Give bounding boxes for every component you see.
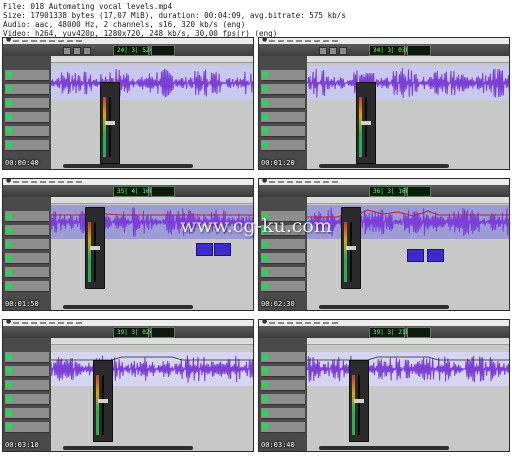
thumbnail-6[interactable]: ● 39| 3| 218 00:03:40 [258, 319, 510, 452]
automation-line[interactable] [307, 352, 509, 386]
mac-dock [63, 446, 193, 450]
volume-fader[interactable] [105, 121, 115, 125]
level-meter [96, 375, 99, 435]
file-info-header: File: 018 Automating vocal levels.mp4 Si… [3, 2, 509, 38]
fader-track [109, 97, 111, 157]
video-timestamp: 00:03:10 [5, 441, 39, 449]
volume-fader[interactable] [354, 399, 364, 403]
mixer-channel-strip [356, 82, 376, 164]
track-list-panel [3, 56, 51, 169]
automation-line[interactable] [51, 352, 253, 386]
tool-button [319, 47, 327, 55]
timeline-ruler [307, 56, 509, 63]
fader-track [358, 375, 360, 435]
apple-icon: ● [6, 319, 12, 325]
main-counter: 35| 4| 100 [113, 186, 153, 197]
main-counter: 34| 3| 030 [369, 45, 409, 56]
sub-counter [151, 327, 175, 338]
tool-button [63, 47, 71, 55]
tool-button [329, 47, 337, 55]
volume-fader[interactable] [90, 246, 100, 250]
counter-value: 24| 3| 524 [117, 47, 154, 54]
edit-window [307, 338, 509, 451]
apple-icon: ● [262, 178, 268, 184]
volume-fader[interactable] [346, 246, 356, 250]
mac-dock [319, 164, 449, 168]
edit-window [51, 56, 253, 169]
tool-button [339, 47, 347, 55]
counter-value: 35| 4| 100 [117, 188, 154, 195]
main-counter: 39| 3| 024 [113, 327, 153, 338]
thumbnail-4[interactable]: ● 36| 3| 160 00:02:30 [258, 178, 510, 311]
mac-dock [63, 305, 193, 309]
main-counter: 24| 3| 524 [113, 45, 153, 56]
edit-window [51, 338, 253, 451]
counter-value: 39| 3| 024 [117, 329, 154, 336]
audio-clip-small [196, 243, 213, 256]
volume-fader[interactable] [361, 121, 371, 125]
edit-window [307, 197, 509, 310]
timeline-ruler [51, 197, 253, 204]
watermark-text: www.cg-ku.com [180, 215, 332, 237]
sub-counter [407, 186, 431, 197]
apple-icon: ● [6, 178, 12, 184]
fader-track [102, 375, 104, 435]
mixer-channel-strip [100, 82, 120, 164]
mac-dock [63, 164, 193, 168]
counter-value: 34| 3| 030 [373, 47, 410, 54]
video-timestamp: 00:02:30 [261, 300, 295, 308]
mixer-channel-strip [349, 360, 369, 442]
sub-counter [151, 186, 175, 197]
edit-window [51, 197, 253, 310]
thumbnail-1[interactable]: ● 24| 3| 524 00:00:40 [2, 37, 254, 170]
thumbnail-5[interactable]: ● 39| 3| 024 00:03:10 [2, 319, 254, 452]
edit-window [307, 56, 509, 169]
mixer-channel-strip [93, 360, 113, 442]
level-meter [352, 375, 355, 435]
volume-fader[interactable] [98, 399, 108, 403]
timeline-ruler [307, 338, 509, 345]
level-meter [359, 97, 362, 157]
apple-icon: ● [6, 37, 12, 43]
fader-track [365, 97, 367, 157]
audio-clip-waveform [307, 66, 509, 100]
tool-button [73, 47, 81, 55]
audio-clip-small [427, 249, 444, 262]
apple-icon: ● [262, 37, 268, 43]
audio-info-line: Audio: aac, 48000 Hz, 2 channels, s16, 3… [3, 20, 246, 30]
audio-clip-small [214, 243, 231, 256]
timeline-ruler [307, 197, 509, 204]
audio-clip-waveform [51, 66, 253, 100]
audio-clip-small [407, 249, 424, 262]
timeline-ruler [51, 338, 253, 345]
video-timestamp: 00:01:50 [5, 300, 39, 308]
tool-button [83, 47, 91, 55]
apple-icon: ● [262, 319, 268, 325]
file-size-line: Size: 17901338 bytes (17,07 MiB), durati… [3, 11, 346, 21]
track-list-panel [259, 338, 307, 451]
counter-value: 36| 3| 160 [373, 188, 410, 195]
main-counter: 36| 3| 160 [369, 186, 409, 197]
track-list-panel [3, 197, 51, 310]
sub-counter [407, 327, 431, 338]
mac-dock [319, 446, 449, 450]
thumbnail-2[interactable]: ● 34| 3| 030 00:01:20 [258, 37, 510, 170]
level-meter [103, 97, 106, 157]
sub-counter [407, 45, 431, 56]
track-list-panel [259, 197, 307, 310]
track-list-panel [3, 338, 51, 451]
sub-counter [151, 45, 175, 56]
file-name-line: File: 018 Automating vocal levels.mp4 [3, 2, 173, 11]
mac-dock [319, 305, 449, 309]
thumbnail-3[interactable]: ● 35| 4| 100 00:01:50 [2, 178, 254, 311]
video-timestamp: 00:03:40 [261, 441, 295, 449]
track-list-panel [259, 56, 307, 169]
video-timestamp: 00:01:20 [261, 159, 295, 167]
timeline-ruler [51, 56, 253, 63]
main-counter: 39| 3| 218 [369, 327, 409, 338]
counter-value: 39| 3| 218 [373, 329, 410, 336]
video-timestamp: 00:00:40 [5, 159, 39, 167]
